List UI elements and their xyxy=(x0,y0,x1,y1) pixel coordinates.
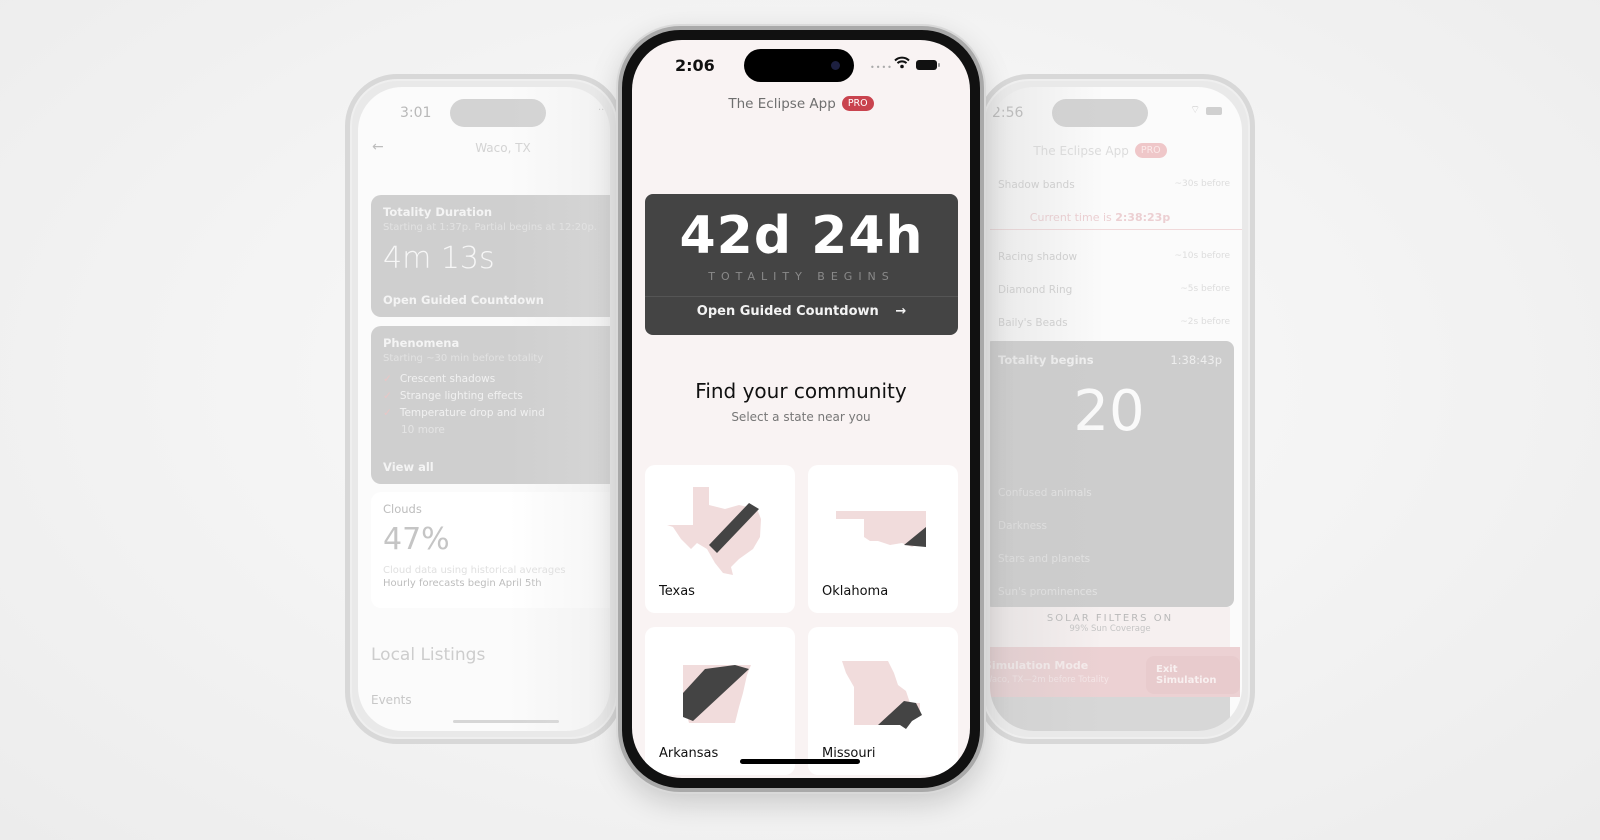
right-phone-mockup: 2:56 ⌔ The Eclipse App PRO Shadow bands ~3… xyxy=(977,74,1255,744)
right-phone-screen: 2:56 ⌔ The Eclipse App PRO Shadow bands ~3… xyxy=(990,87,1242,731)
section-subtitle: Events xyxy=(371,693,412,707)
totality-item: Sun's prominences xyxy=(998,586,1098,598)
event-row: Racing shadow ~10s before xyxy=(998,251,1230,263)
divider xyxy=(645,296,958,297)
view-all-link[interactable]: View all xyxy=(383,460,434,474)
dynamic-island xyxy=(1052,99,1148,127)
totality-item: Stars and planets xyxy=(998,553,1091,565)
totality-card: Totality begins 1:38:43p 20 Confused ani… xyxy=(990,341,1234,607)
totality-duration-card[interactable]: Totality Duration Starting at 1:37p. Par… xyxy=(371,195,610,317)
state-tile-oklahoma[interactable]: Oklahoma xyxy=(808,465,958,613)
countdown-card: 42d 24h TOTALITY BEGINS Open Guided Coun… xyxy=(645,194,958,335)
battery-icon xyxy=(1206,107,1222,115)
left-phone-screen: 3:01 ···· ← Waco, TX Totality Duration S… xyxy=(358,87,610,731)
state-name: Texas xyxy=(659,584,695,599)
totality-item: Darkness xyxy=(998,520,1047,532)
state-tile-missouri[interactable]: Missouri xyxy=(808,627,958,775)
status-time: 2:56 xyxy=(992,105,1024,121)
phenomena-item: ✓ Strange lighting effects xyxy=(383,390,523,402)
card-title: Phenomena xyxy=(383,336,460,350)
state-name: Oklahoma xyxy=(822,584,889,599)
countdown-label: TOTALITY BEGINS xyxy=(708,270,895,283)
missouri-map-icon xyxy=(842,661,922,729)
oklahoma-map-icon xyxy=(836,511,926,547)
arkansas-map-icon xyxy=(683,665,751,723)
dynamic-island xyxy=(744,49,854,82)
phenomena-card[interactable]: Phenomena Starting ~30 min before totali… xyxy=(371,326,610,484)
event-row: Baily's Beads ~2s before xyxy=(998,317,1230,329)
check-icon: ✓ xyxy=(383,407,392,419)
card-title: Clouds xyxy=(383,502,422,516)
duration-value: 4m 13s xyxy=(383,241,495,276)
more-count: 10 more xyxy=(401,424,445,436)
totality-time: 1:38:43p xyxy=(1170,353,1222,367)
section-title: Local Listings xyxy=(371,645,486,665)
phenomena-item: ✓ Temperature drop and wind xyxy=(383,407,545,419)
status-time: 2:06 xyxy=(675,56,715,75)
simulation-sub: Waco, TX—2m before Totality xyxy=(990,675,1109,685)
solar-filters-banner: SOLAR FILTERS ON 99% Sun Coverage xyxy=(990,607,1230,647)
totality-label: Totality begins xyxy=(998,353,1094,367)
dynamic-island xyxy=(450,99,546,127)
open-guided-countdown-link[interactable]: Open Guided Countdown xyxy=(383,293,544,307)
wifi-icon: ···· xyxy=(598,105,610,116)
clouds-value: 47% xyxy=(383,522,450,557)
left-phone-mockup: 3:01 ···· ← Waco, TX Totality Duration S… xyxy=(345,74,623,744)
signal-icon: •••• xyxy=(870,63,893,72)
check-icon: ✓ xyxy=(383,373,392,385)
clouds-card: Clouds 47% Cloud data using historical a… xyxy=(371,492,610,608)
home-indicator xyxy=(740,759,860,764)
state-tile-arkansas[interactable]: Arkansas xyxy=(645,627,795,775)
forecast-note: Hourly forecasts begin April 5th xyxy=(383,578,542,589)
filters-title: SOLAR FILTERS ON xyxy=(1046,613,1174,624)
filters-sub: 99% Sun Coverage xyxy=(1069,624,1151,634)
card-subtitle: Starting ~30 min before totality xyxy=(383,353,544,364)
bottom-area xyxy=(990,697,1230,731)
card-title: Totality Duration xyxy=(383,205,493,219)
home-indicator xyxy=(453,720,559,723)
simulation-title: Simulation Mode xyxy=(990,659,1089,672)
current-time-line xyxy=(990,229,1242,230)
pro-badge: PRO xyxy=(841,96,874,111)
wifi-icon: ⌔ xyxy=(1190,103,1201,116)
countdown-value: 42d 24h xyxy=(679,206,924,266)
totality-item: Confused animals xyxy=(998,487,1092,499)
arrow-right-icon: → xyxy=(895,304,907,319)
check-icon: ✓ xyxy=(383,390,392,402)
pro-badge: PRO xyxy=(1134,143,1167,158)
center-phone-mockup: 2:06 •••• The Eclipse App PRO 42d 24h TOT… xyxy=(618,26,984,792)
community-subtitle: Select a state near you xyxy=(731,410,871,424)
nav-title: Waco, TX xyxy=(475,141,531,155)
texas-map-icon xyxy=(667,487,761,575)
battery-icon xyxy=(916,60,940,70)
camera-icon xyxy=(831,61,840,70)
community-title: Find your community xyxy=(695,379,907,403)
current-time-banner: Current time is 2:38:23p xyxy=(1029,211,1171,224)
open-guided-countdown-button[interactable]: Open Guided Countdown → xyxy=(645,304,958,319)
state-tile-texas[interactable]: Texas xyxy=(645,465,795,613)
app-title: The Eclipse App PRO xyxy=(990,143,1210,158)
totality-countdown: 20 xyxy=(1073,379,1145,444)
clouds-note: Cloud data using historical averages xyxy=(383,565,566,576)
simulation-mode-bar: Simulation Mode Waco, TX—2m before Total… xyxy=(990,647,1240,697)
event-row: Shadow bands ~30s before xyxy=(998,179,1230,191)
app-title: The Eclipse App PRO xyxy=(632,96,970,112)
exit-simulation-button[interactable]: Exit Simulation xyxy=(1146,656,1240,694)
wifi-icon xyxy=(894,56,910,69)
state-name: Arkansas xyxy=(659,746,719,761)
center-phone-screen: 2:06 •••• The Eclipse App PRO 42d 24h TOT… xyxy=(632,40,970,778)
event-row: Diamond Ring ~5s before xyxy=(998,284,1230,296)
phenomena-item: ✓ Crescent shadows xyxy=(383,373,496,385)
card-subtitle: Starting at 1:37p. Partial begins at 12:… xyxy=(383,222,597,233)
status-time: 3:01 xyxy=(400,105,432,121)
